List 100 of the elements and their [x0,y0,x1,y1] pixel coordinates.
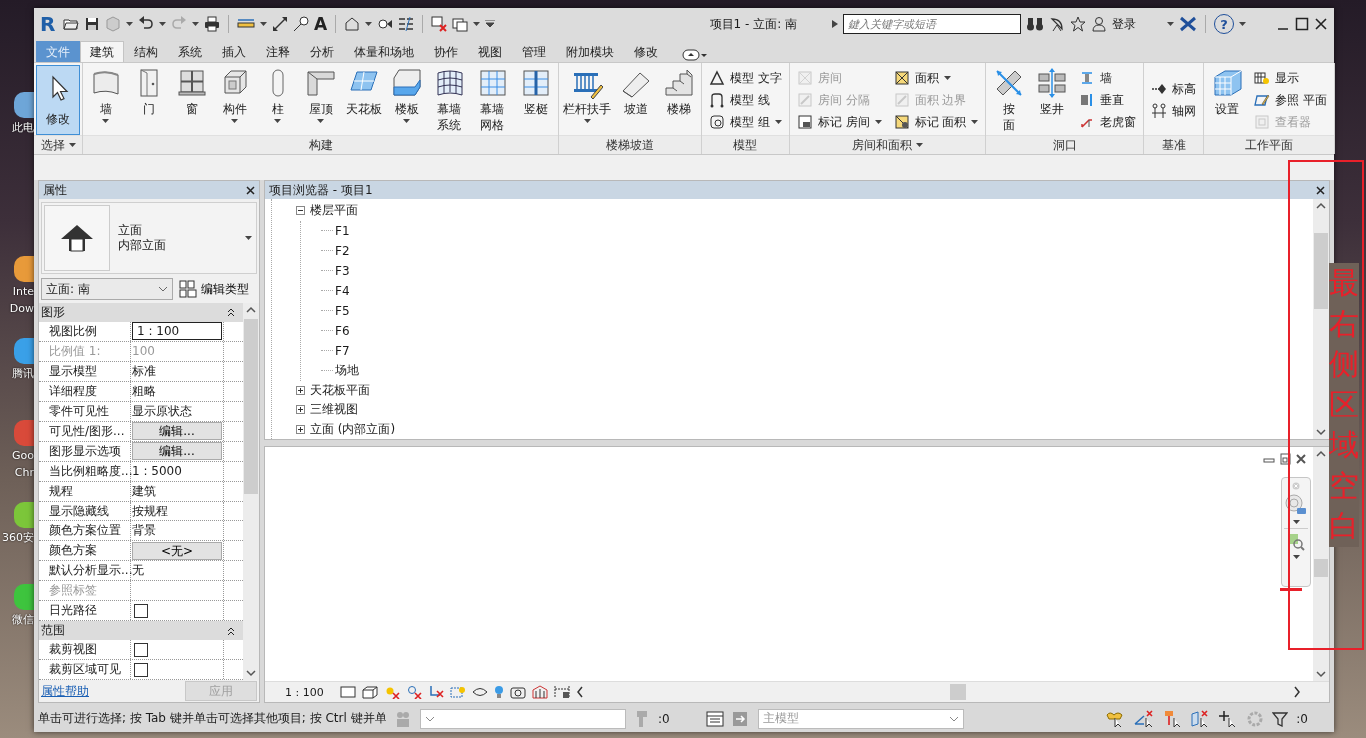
ribbon-tool-button[interactable]: 模型 组 [708,112,783,132]
caret-icon[interactable] [68,143,76,147]
ribbon-tab[interactable]: 注释 [256,41,300,62]
tree-item[interactable]: F7 [335,343,350,358]
ribbon-tool-button[interactable]: 参照 平面 [1253,90,1329,110]
search-field[interactable]: 鍵入关键字或短语 [843,14,1021,34]
ribbon-tool-button[interactable]: 轴网 [1150,101,1198,121]
temporary-hide-icon[interactable] [471,685,488,699]
text-tool-button[interactable]: A [314,14,328,34]
chevron-right-icon[interactable] [1293,686,1301,698]
constraints-icon[interactable] [553,685,570,699]
ribbon-tool-button[interactable]: 幕墙网格 [472,65,513,135]
filter-icon[interactable] [1272,710,1289,727]
ribbon-tool-button[interactable]: 栏杆扶手 [561,65,613,135]
detail-level-icon[interactable] [339,685,356,699]
checkbox[interactable] [134,642,148,657]
ribbon-tool-button[interactable]: 竖井 [1031,65,1073,135]
value-field[interactable]: 1 : 100 [132,322,222,341]
caret-icon[interactable] [260,22,267,26]
checkbox[interactable] [134,662,148,677]
tree-item[interactable]: 立面 (内部立面) [310,420,396,438]
ribbon-tool-button[interactable]: 显示 [1253,68,1329,88]
ribbon-tab[interactable]: 系统 [168,41,212,62]
thin-lines-icon[interactable] [398,16,415,32]
close-windows-icon[interactable] [431,16,448,32]
ribbon-tab[interactable]: 分析 [300,41,344,62]
restore-icon[interactable] [1279,453,1291,465]
crop-off-icon[interactable] [427,685,444,699]
ribbon-tool-button[interactable]: 老虎窗 [1078,112,1138,132]
ribbon-tool-button[interactable]: 修改 [36,65,80,135]
ribbon-tab[interactable]: 结构 [124,41,168,62]
analytical-model-icon[interactable] [531,685,548,699]
select-underlay-icon[interactable] [1134,709,1155,728]
caret-icon[interactable] [473,22,481,26]
tree-item[interactable]: 场地 [335,362,359,379]
chevron-left-icon[interactable] [575,686,584,698]
caret-icon[interactable] [1292,520,1300,524]
arrow-right-icon[interactable] [832,20,838,28]
ribbon-tool-button[interactable]: 面积 [892,68,980,88]
expand-icon[interactable] [296,385,305,395]
caret-icon[interactable] [126,22,133,26]
tree-item[interactable]: F1 [335,223,350,238]
ribbon-tool-button[interactable]: 窗 [171,65,212,135]
tree-item[interactable]: 天花板平面 [310,381,370,399]
exchange-icon[interactable] [1179,16,1197,32]
ribbon-tab[interactable]: 修改 [624,41,668,62]
ribbon-tool-button[interactable]: 竖梃 [515,65,556,135]
ribbon-tab[interactable]: 体量和场地 [344,41,424,62]
scrollbar-thumb[interactable] [1314,233,1328,309]
tree-item[interactable]: F4 [335,283,350,298]
zoom-icon[interactable] [1287,533,1305,551]
folder-icon[interactable] [63,16,79,32]
tag-icon[interactable] [293,16,309,32]
desktop-icon[interactable] [14,256,34,282]
tree-item[interactable]: F6 [335,323,350,338]
expand-icon[interactable] [296,405,305,415]
ribbon-tool-button[interactable]: 模型 线 [708,90,783,110]
close-icon[interactable] [1316,185,1325,195]
house-icon[interactable] [344,16,361,32]
switch-windows-icon[interactable] [452,16,469,32]
section-icon[interactable] [377,16,394,32]
help-link[interactable]: 属性帮助 [41,682,89,700]
star-icon[interactable] [1070,16,1086,32]
caret-icon[interactable] [916,143,924,147]
binoculars-icon[interactable] [1026,16,1044,32]
ribbon-tool-button[interactable]: 天花板 [343,65,384,135]
camera-icon[interactable] [509,685,526,699]
type-selector[interactable]: 立面 内部立面 [41,202,257,274]
edit-type-button[interactable]: 编辑类型 [179,280,249,298]
ribbon-tool-button[interactable]: 构件 [214,65,255,135]
edit-button[interactable]: 编辑... [132,442,222,461]
close-icon[interactable] [1295,453,1307,465]
ribbon-tool-button[interactable]: 门 [128,65,169,135]
design-options-icon[interactable] [705,709,724,728]
ribbon-tab[interactable]: 协作 [424,41,468,62]
satellite-icon[interactable] [1049,16,1065,32]
visual-style-icon[interactable] [361,685,378,699]
select-by-face-icon[interactable] [1190,709,1211,728]
bulb-icon[interactable] [493,685,504,699]
edit-button[interactable]: <无> [132,541,222,560]
collapse-icon[interactable] [296,206,305,216]
collapse-icon[interactable] [227,625,235,636]
caret-icon[interactable] [1292,555,1300,559]
dimension-icon[interactable] [272,16,288,32]
caret-icon[interactable] [365,22,373,26]
customize-icon[interactable] [485,20,496,28]
wheel-icon[interactable] [1285,494,1307,516]
ribbon-tool-button[interactable]: 楼板 [386,65,427,135]
user-icon[interactable] [1091,16,1107,32]
view-scale[interactable]: 1 : 100 [285,685,324,699]
close-icon[interactable] [1314,17,1328,31]
desktop-icon[interactable] [14,92,34,118]
scrollbar-thumb[interactable] [1314,559,1328,577]
ribbon-tool-button[interactable]: 坡道 [615,65,656,135]
edit-button[interactable]: 编辑... [132,422,222,441]
ribbon-tab[interactable]: 插入 [212,41,256,62]
close-icon[interactable] [246,185,255,195]
maximize-icon[interactable] [1295,17,1309,31]
collapse-icon[interactable] [227,307,235,318]
expand-icon[interactable] [296,424,305,434]
